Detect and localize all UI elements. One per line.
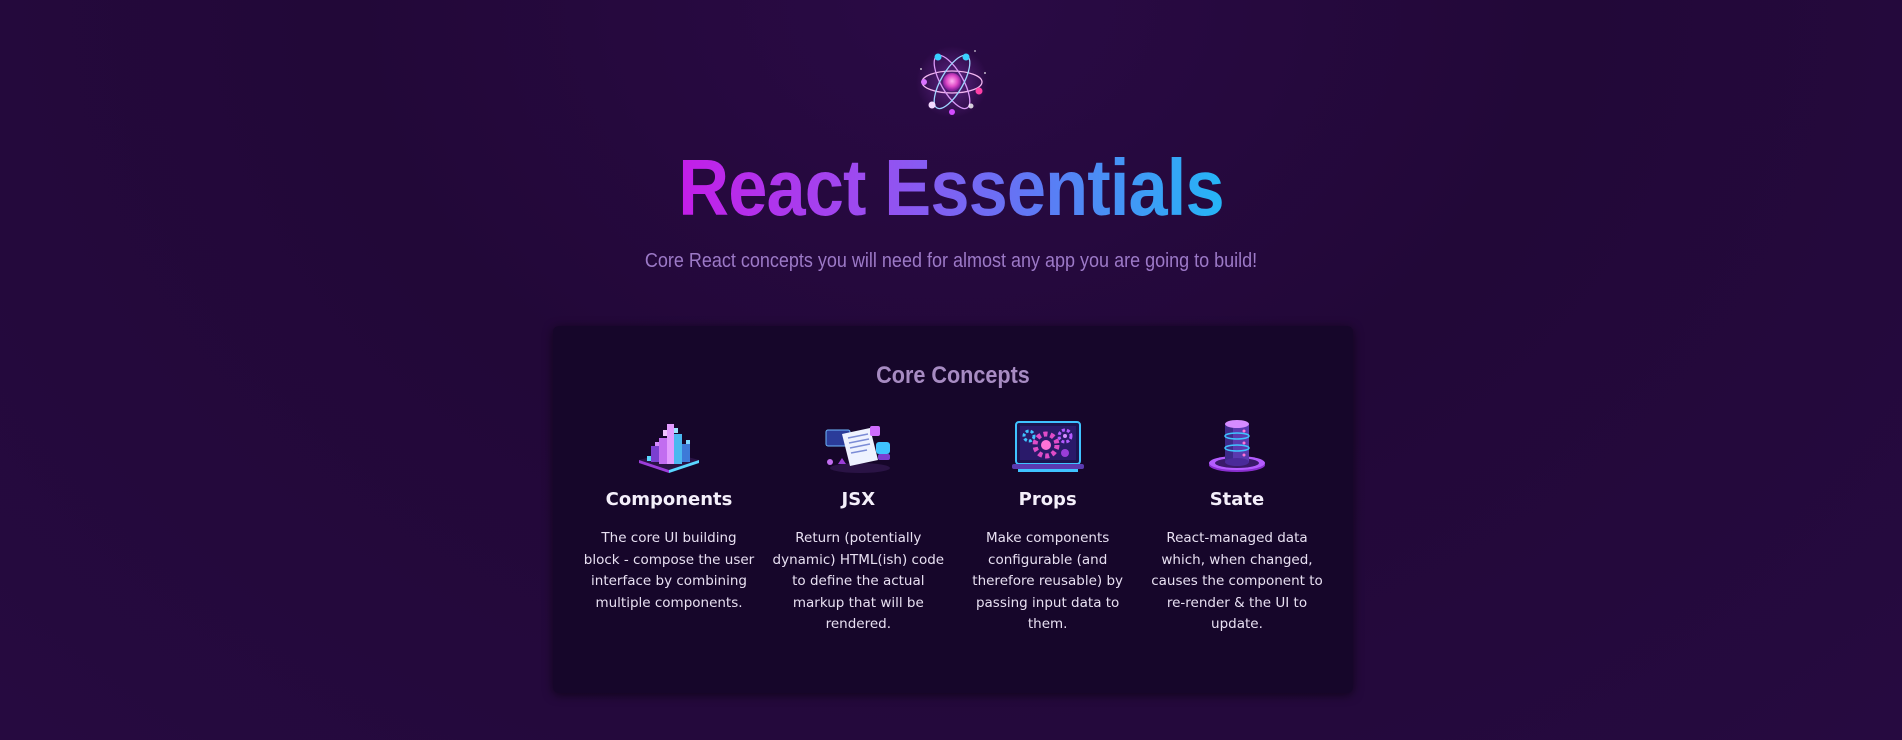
jsx-document-icon — [825, 426, 891, 473]
page-title: React Essentials — [114, 140, 1788, 236]
concept-description: Make components configurable (and theref… — [972, 530, 1124, 632]
concept-components: Components The core UI building block - … — [583, 416, 755, 636]
state-database-icon — [1208, 420, 1265, 472]
concept-jsx: JSX Return (potentially dynamic) HTML(is… — [772, 416, 944, 636]
page-title-text: React Essentials — [678, 143, 1224, 232]
concept-description: The core UI building block - compose the… — [583, 530, 755, 611]
props-gears-icon — [1011, 421, 1084, 472]
concept-title: Props — [1018, 489, 1077, 510]
atom-icon — [916, 46, 988, 118]
core-concepts-panel: Core Concepts Components The core UI bui… — [553, 326, 1353, 693]
page-subtitle: Core React concepts you will need for al… — [644, 250, 1258, 272]
concept-list: Components The core UI building block - … — [583, 416, 1323, 636]
concept-description: Return (potentially dynamic) HTML(ish) c… — [772, 530, 945, 632]
concept-title: Components — [605, 489, 733, 510]
concept-title: JSX — [841, 489, 876, 510]
concept-state: State React-managed data which, when cha… — [1151, 416, 1323, 636]
concept-props: Props Make components configurable (and … — [962, 416, 1134, 636]
concept-title: State — [1209, 489, 1265, 510]
concept-description: React-managed data which, when changed, … — [1151, 530, 1323, 632]
core-concepts-heading: Core Concepts — [876, 362, 1030, 389]
components-blocks-icon — [639, 424, 699, 473]
